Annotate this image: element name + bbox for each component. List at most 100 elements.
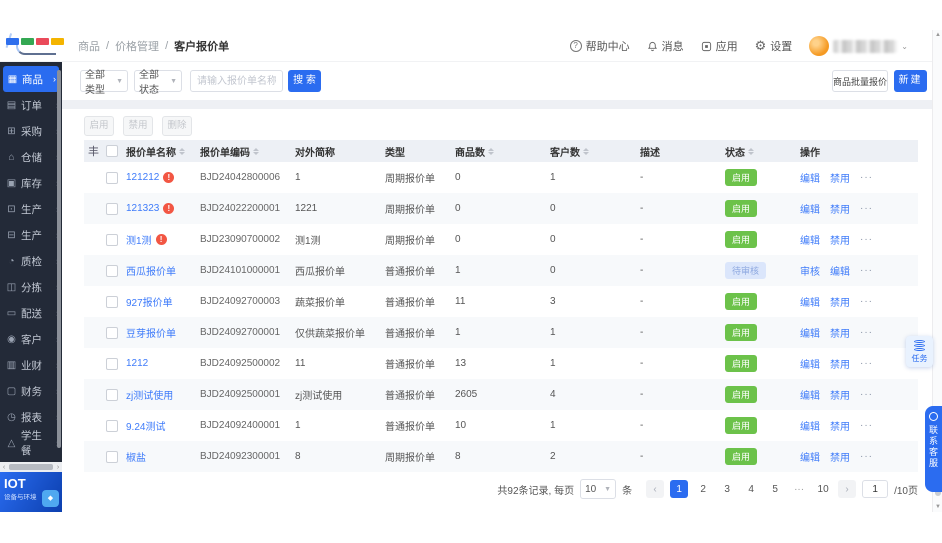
scroll-right-icon[interactable]: ›: [54, 464, 62, 471]
row-checkbox[interactable]: [106, 450, 118, 463]
more-actions-button[interactable]: ···: [860, 420, 873, 431]
quotation-name-link[interactable]: zj测试使用: [126, 387, 173, 402]
quotation-name-link[interactable]: 椒盐: [126, 449, 146, 464]
action-link-0[interactable]: 编辑: [800, 449, 820, 464]
breadcrumb-item[interactable]: 商品: [78, 38, 100, 54]
row-checkbox[interactable]: [106, 171, 118, 184]
sort-icon[interactable]: [179, 145, 185, 158]
search-button[interactable]: 搜 索: [288, 70, 321, 92]
sidebar-item-9[interactable]: ▭配送›: [0, 300, 62, 326]
action-link-1[interactable]: 禁用: [830, 170, 850, 185]
action-link-0[interactable]: 编辑: [800, 294, 820, 309]
action-link-1[interactable]: 禁用: [830, 449, 850, 464]
more-actions-button[interactable]: ···: [860, 172, 873, 183]
action-link-0[interactable]: 编辑: [800, 325, 820, 340]
row-checkbox[interactable]: [106, 202, 118, 215]
column-settings-icon[interactable]: 丰: [84, 143, 99, 159]
page-button-1[interactable]: 1: [670, 480, 689, 498]
sort-icon[interactable]: [253, 145, 259, 158]
more-actions-button[interactable]: ···: [860, 265, 873, 276]
next-page-button[interactable]: ›: [838, 480, 857, 498]
row-checkbox[interactable]: [106, 295, 118, 308]
column-header-0[interactable]: 报价单名称: [126, 144, 200, 159]
more-actions-button[interactable]: ···: [860, 203, 873, 214]
row-checkbox[interactable]: [106, 264, 118, 277]
column-header-7[interactable]: 状态: [725, 144, 800, 159]
more-actions-button[interactable]: ···: [860, 296, 873, 307]
column-header-6[interactable]: 描述: [640, 144, 725, 159]
more-actions-button[interactable]: ···: [860, 327, 873, 338]
enable-button[interactable]: 启用: [84, 116, 114, 136]
sidebar-item-6[interactable]: ⊟生产›: [0, 222, 62, 248]
contact-service-button[interactable]: 联系客服: [925, 406, 942, 492]
action-link-0[interactable]: 审核: [800, 263, 820, 278]
sidebar-item-12[interactable]: ▢财务›: [0, 378, 62, 404]
more-actions-button[interactable]: ···: [860, 234, 873, 245]
sort-icon[interactable]: [488, 145, 494, 158]
delete-button[interactable]: 删除: [162, 116, 192, 136]
action-link-1[interactable]: 禁用: [830, 356, 850, 371]
disable-button[interactable]: 禁用: [123, 116, 153, 136]
column-header-1[interactable]: 报价单编码: [200, 144, 295, 159]
quotation-name-link[interactable]: 豆芽报价单: [126, 325, 176, 340]
sidebar-vertical-scrollbar[interactable]: [57, 70, 61, 448]
action-link-1[interactable]: 禁用: [830, 418, 850, 433]
sidebar-item-3[interactable]: ⌂仓储›: [0, 144, 62, 170]
page-button-5[interactable]: 5: [766, 480, 784, 498]
breadcrumb-item[interactable]: 价格管理: [115, 38, 159, 54]
iot-banner[interactable]: IOT 设备与环境 ◆: [0, 472, 62, 512]
quotation-name-link[interactable]: 测1测: [126, 232, 152, 247]
quotation-name-link[interactable]: 1212: [126, 358, 148, 369]
quotation-name-link[interactable]: 121212: [126, 172, 159, 183]
scroll-left-icon[interactable]: ‹: [0, 464, 8, 471]
sidebar-item-0[interactable]: ▦ 商品 ›: [3, 66, 59, 92]
action-link-0[interactable]: 编辑: [800, 356, 820, 371]
sidebar-item-2[interactable]: ⊞采购›: [0, 118, 62, 144]
messages-button[interactable]: 消息: [647, 38, 684, 54]
sidebar-item-13[interactable]: ◷报表›: [0, 404, 62, 430]
sidebar-item-1[interactable]: ▤订单›: [0, 92, 62, 118]
action-link-1[interactable]: 禁用: [830, 387, 850, 402]
column-header-8[interactable]: 操作: [800, 144, 918, 159]
action-link-0[interactable]: 编辑: [800, 201, 820, 216]
apps-button[interactable]: 应用: [701, 38, 738, 54]
sidebar-item-5[interactable]: ⊡生产›: [0, 196, 62, 222]
row-checkbox[interactable]: [106, 233, 118, 246]
column-header-5[interactable]: 客户数: [550, 144, 640, 159]
help-center-button[interactable]: ? 帮助中心: [569, 38, 630, 54]
action-link-0[interactable]: 编辑: [800, 170, 820, 185]
select-all-checkbox[interactable]: [106, 145, 118, 157]
page-button-10[interactable]: 10: [814, 480, 832, 498]
quotation-name-link[interactable]: 西瓜报价单: [126, 263, 176, 278]
action-link-1[interactable]: 禁用: [830, 294, 850, 309]
sort-icon[interactable]: [583, 145, 589, 158]
batch-quote-button[interactable]: 商品批量报价: [832, 70, 888, 92]
more-actions-button[interactable]: ···: [860, 358, 873, 369]
search-input[interactable]: [190, 70, 283, 92]
action-link-0[interactable]: 编辑: [800, 387, 820, 402]
sidebar-item-8[interactable]: ◫分拣›: [0, 274, 62, 300]
page-size-select[interactable]: 10 ▼: [580, 479, 617, 499]
row-checkbox[interactable]: [106, 326, 118, 339]
sidebar-item-7[interactable]: ◔质检›: [0, 248, 62, 274]
sidebar-item-4[interactable]: ▣库存›: [0, 170, 62, 196]
action-link-0[interactable]: 编辑: [800, 232, 820, 247]
quotation-name-link[interactable]: 121323: [126, 203, 159, 214]
settings-button[interactable]: ⚙ 设置: [755, 38, 793, 54]
row-checkbox[interactable]: [106, 419, 118, 432]
page-jump-input[interactable]: [862, 480, 889, 498]
action-link-1[interactable]: 禁用: [830, 325, 850, 340]
page-button-3[interactable]: 3: [718, 480, 736, 498]
row-checkbox[interactable]: [106, 357, 118, 370]
sidebar-item-10[interactable]: ◉客户›: [0, 326, 62, 352]
row-checkbox[interactable]: [106, 388, 118, 401]
status-filter-select[interactable]: 全部状态 ▼: [134, 70, 182, 96]
task-float-button[interactable]: 任务: [906, 336, 933, 367]
sidebar-item-11[interactable]: ▥业财›: [0, 352, 62, 378]
sidebar-hscroll-thumb[interactable]: [9, 464, 53, 470]
action-link-1[interactable]: 禁用: [830, 201, 850, 216]
more-actions-button[interactable]: ···: [860, 389, 873, 400]
more-actions-button[interactable]: ···: [860, 451, 873, 462]
column-header-2[interactable]: 对外简称: [295, 144, 385, 159]
page-button-2[interactable]: 2: [694, 480, 712, 498]
